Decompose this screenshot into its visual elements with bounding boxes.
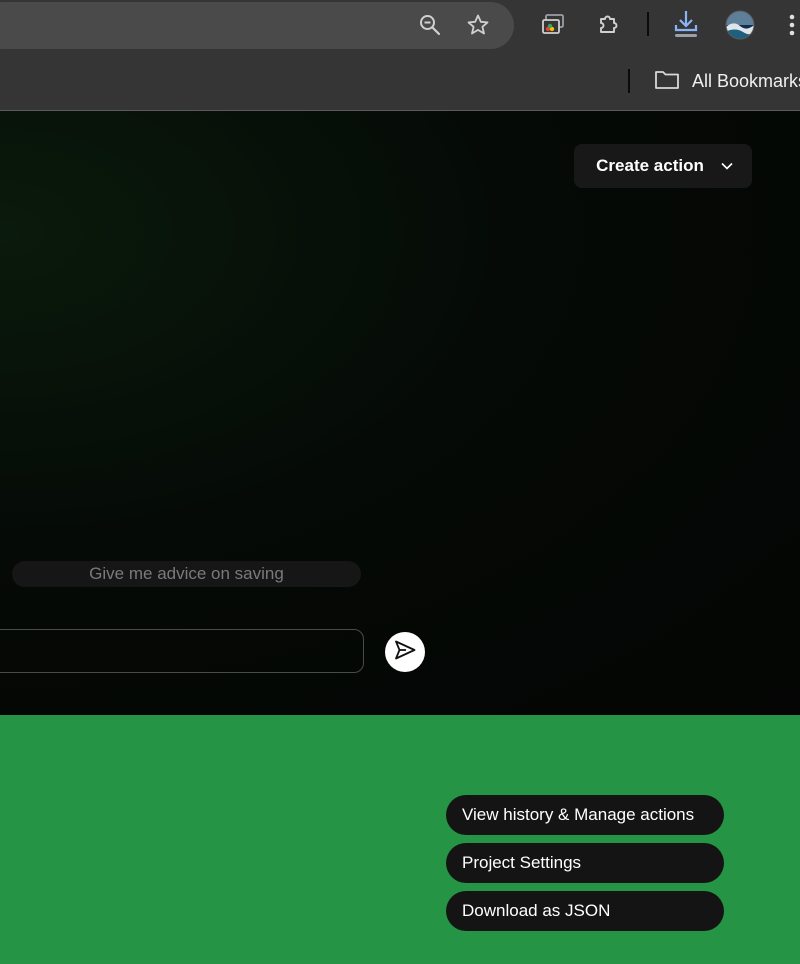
send-button[interactable] (385, 632, 425, 672)
toolbar-separator (647, 12, 649, 36)
bookmarks-separator (628, 69, 630, 93)
more-menu-icon[interactable] (782, 9, 800, 41)
suggestion-chip[interactable]: Give me advice on saving (12, 561, 361, 587)
suggestion-label: Give me advice on saving (89, 564, 284, 583)
project-settings-button[interactable]: Project Settings (446, 843, 724, 883)
create-action-button[interactable]: Create action (574, 144, 752, 188)
chevron-down-icon (720, 156, 734, 176)
bookmarks-bar: All Bookmarks (0, 57, 800, 111)
download-icon[interactable] (670, 8, 702, 40)
chat-panel: Create action Give me advice on saving (0, 111, 800, 715)
project-settings-label: Project Settings (462, 853, 582, 872)
view-history-label: View history & Manage actions (462, 805, 695, 824)
star-icon[interactable] (462, 9, 494, 41)
view-history-button[interactable]: View history & Manage actions (446, 795, 724, 835)
footer-panel: View history & Manage actions Project Se… (0, 715, 800, 964)
all-bookmarks-label: All Bookmarks (692, 70, 800, 91)
cast-icon[interactable] (537, 9, 569, 41)
zoom-out-icon[interactable] (414, 9, 446, 41)
send-icon (393, 638, 417, 667)
browser-toolbar (0, 0, 800, 57)
chat-input[interactable] (0, 629, 364, 673)
download-json-label: Download as JSON (462, 901, 611, 920)
profile-avatar[interactable] (724, 9, 756, 41)
folder-icon (654, 68, 680, 95)
all-bookmarks-button[interactable]: All Bookmarks (654, 67, 800, 95)
download-json-button[interactable]: Download as JSON (446, 891, 724, 931)
extensions-icon[interactable] (593, 8, 625, 40)
create-action-label: Create action (596, 156, 704, 175)
